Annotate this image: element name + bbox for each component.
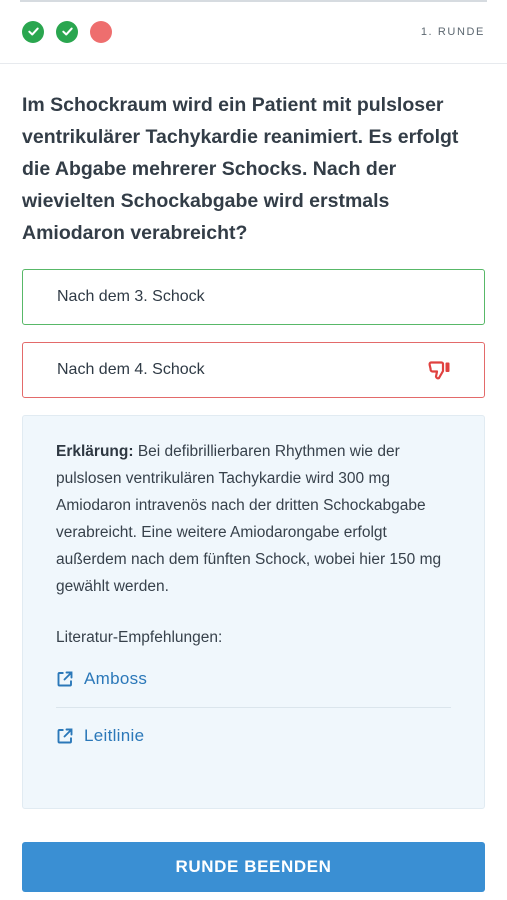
progress-dot-correct [22, 20, 44, 43]
link-leitlinie[interactable]: Leitlinie [56, 708, 451, 764]
check-icon [27, 27, 39, 36]
explanation-text: Erklärung: Bei defibrillierbaren Rhythme… [56, 438, 451, 600]
question-text: Im Schockraum wird ein Patient mit pulsl… [22, 94, 459, 244]
explanation-heading: Erklärung: [56, 443, 134, 460]
progress-indicator [22, 20, 112, 43]
progress-dot-correct [56, 20, 78, 43]
external-link-icon [57, 671, 73, 687]
explanation-panel: Erklärung: Bei defibrillierbaren Rhythme… [22, 415, 485, 809]
progress-dot-wrong [90, 20, 112, 43]
top-edge-divider [20, 0, 487, 2]
link-label: Leitlinie [84, 726, 145, 745]
link-label: Amboss [84, 669, 148, 688]
end-round-button[interactable]: RUNDE BEENDEN [22, 842, 485, 892]
explanation-body: Bei defibrillierbaren Rhythmen wie der p… [56, 443, 442, 595]
round-label: 1. RUNDE [420, 25, 485, 38]
answer-option-wrong[interactable]: Nach dem 4. Schock [22, 342, 485, 398]
quiz-page: 1. RUNDE Im Schockraum wird ein Patient … [0, 0, 507, 900]
answer-label: Nach dem 3. Schock [57, 288, 205, 305]
link-amboss[interactable]: Amboss [56, 651, 451, 707]
external-link-icon [57, 728, 73, 744]
thumbs-down-icon [428, 359, 452, 381]
answer-label: Nach dem 4. Schock [57, 361, 205, 378]
literature-label: Literatur-Empfehlungen: [56, 629, 223, 646]
answer-option-correct[interactable]: Nach dem 3. Schock [22, 269, 485, 325]
header-bar: 1. RUNDE [0, 0, 507, 64]
check-icon [61, 27, 73, 36]
